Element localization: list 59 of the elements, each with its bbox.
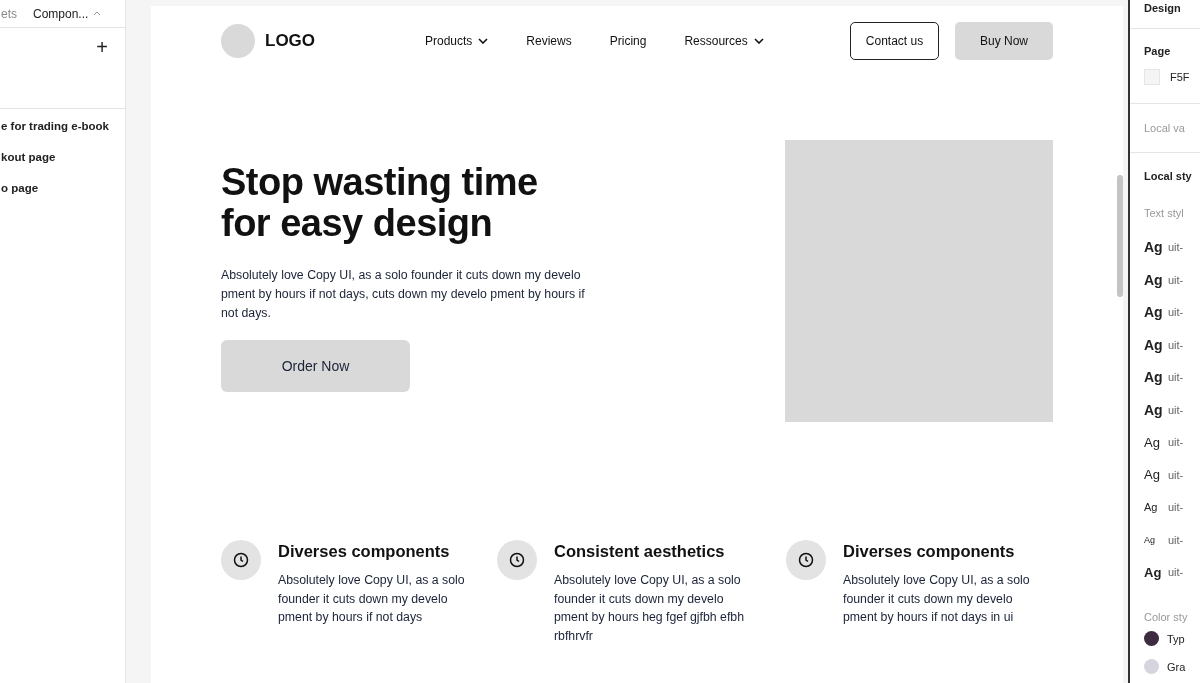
page-item[interactable]: kout page bbox=[1, 141, 125, 172]
color-value[interactable]: F5F bbox=[1170, 71, 1190, 83]
text-style-name[interactable]: uit- bbox=[1168, 273, 1184, 286]
subsection-heading: Text styl bbox=[1144, 207, 1185, 219]
logo-icon bbox=[221, 24, 255, 58]
feature-title: Consistent aesthetics bbox=[554, 542, 726, 561]
text-style-name[interactable]: uit- bbox=[1168, 403, 1184, 416]
text-style-sample: Ag bbox=[1144, 271, 1162, 288]
hero-text: Absolutely love Copy UI, as a solo founder it cuts down my develo pment by hours if not days, cuts down my develo pment by hours if not days. bbox=[221, 267, 586, 322]
panel-tab[interactable]: ets bbox=[1, 6, 17, 21]
feature-title: Diverses components bbox=[843, 542, 1016, 561]
scrollbar[interactable] bbox=[1117, 175, 1123, 297]
nav-link[interactable]: Ressources bbox=[684, 34, 764, 48]
text-style-sample: Ag bbox=[1144, 467, 1161, 483]
text-style-sample: Ag bbox=[1144, 369, 1162, 386]
panel-tab[interactable]: Compon... bbox=[33, 6, 102, 21]
order-button[interactable]: Order Now bbox=[221, 340, 410, 392]
clock-icon bbox=[509, 552, 525, 568]
text-style-sample: Ag bbox=[1144, 239, 1162, 256]
text-style-name[interactable]: uit- bbox=[1168, 533, 1184, 546]
text-style-sample: Ag bbox=[1144, 336, 1162, 353]
text-style-name[interactable]: uit- bbox=[1168, 371, 1184, 384]
color-style-name[interactable]: Typ bbox=[1167, 632, 1185, 645]
caret-up-icon[interactable] bbox=[93, 11, 102, 16]
hero-title: Stop wasting time for easy design bbox=[221, 162, 539, 244]
color-swatch[interactable] bbox=[1144, 69, 1160, 85]
nav-link[interactable]: Reviews bbox=[526, 34, 572, 48]
text-style-sample: Ag bbox=[1144, 534, 1156, 545]
nav-link[interactable]: Pricing bbox=[609, 34, 647, 48]
subsection-heading: Color sty bbox=[1144, 610, 1189, 623]
page-item[interactable]: o page bbox=[1, 172, 125, 203]
feature-title: Diverses components bbox=[278, 542, 451, 561]
clock-icon bbox=[798, 552, 814, 568]
nav-link[interactable]: Products bbox=[425, 34, 489, 48]
buy-button[interactable]: Buy Now bbox=[955, 22, 1053, 60]
text-style-sample: Ag bbox=[1144, 501, 1159, 514]
text-style-sample: Ag bbox=[1144, 304, 1162, 321]
text-style-sample: Ag bbox=[1144, 434, 1161, 450]
design-tab[interactable]: Design bbox=[1144, 2, 1181, 14]
text-style-name[interactable]: uit- bbox=[1168, 436, 1184, 449]
logo-text: LOGO bbox=[265, 31, 316, 51]
feature-text: Absolutely love Copy UI, as a solo founder it cuts down my develo pment by hours if not days in ui bbox=[843, 572, 1031, 626]
section-heading: Local sty bbox=[1144, 170, 1193, 182]
text-style-name[interactable]: uit- bbox=[1168, 241, 1184, 254]
text-style-name[interactable]: uit- bbox=[1168, 501, 1184, 514]
section-heading: Page bbox=[1144, 45, 1172, 57]
contact-button[interactable]: Contact us bbox=[850, 22, 939, 60]
text-style-name[interactable]: uit- bbox=[1168, 306, 1184, 319]
feature-text: Absolutely love Copy UI, as a solo founder it cuts down my develo pment by hours heg fgef gjfbh efbh rbfhrvfr bbox=[554, 572, 746, 645]
clock-icon bbox=[233, 552, 249, 568]
text-style-sample: Ag bbox=[1144, 401, 1162, 418]
text-style-sample: Ag bbox=[1144, 564, 1162, 580]
add-button[interactable]: + bbox=[96, 36, 108, 59]
text-style-name[interactable]: uit- bbox=[1168, 338, 1184, 351]
text-style-name[interactable]: uit- bbox=[1168, 566, 1184, 579]
text-style-name[interactable]: uit- bbox=[1168, 468, 1184, 481]
feature-text: Absolutely love Copy UI, as a solo founder it cuts down my develo pment by hours if not days bbox=[278, 572, 466, 626]
page-item[interactable]: e for trading e-book bbox=[1, 110, 125, 141]
color-style-name[interactable]: Gra bbox=[1167, 660, 1186, 673]
